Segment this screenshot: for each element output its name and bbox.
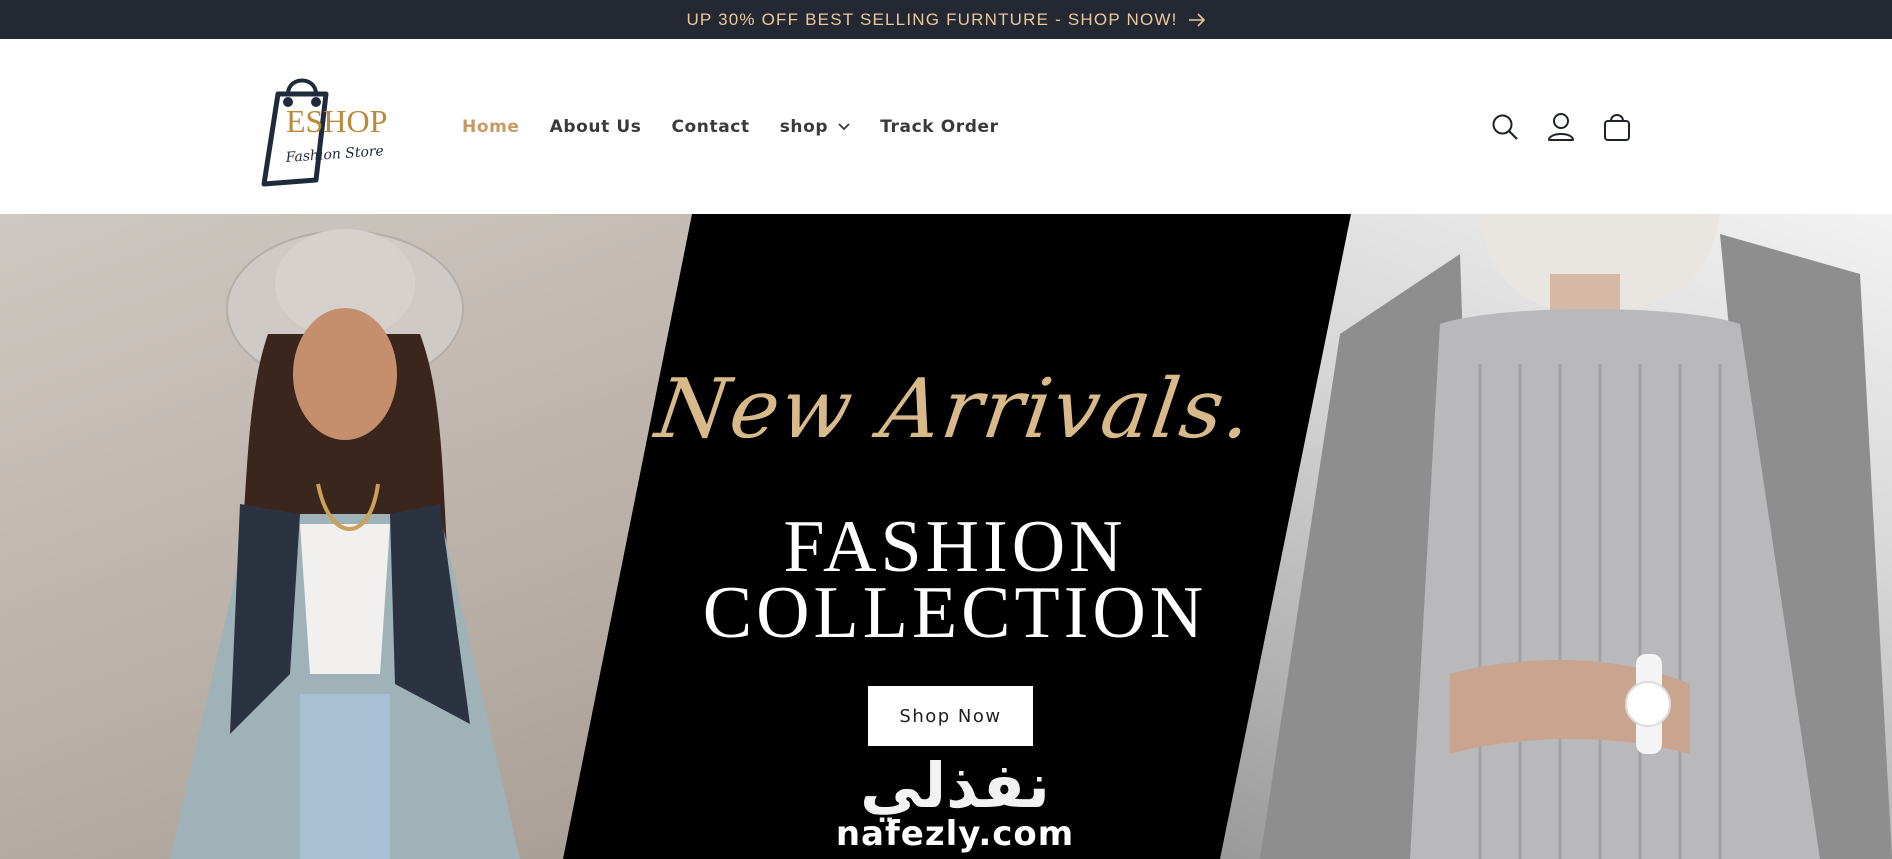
hero-script-title: New Arrivals. xyxy=(650,362,1260,457)
cart-icon xyxy=(1604,113,1630,141)
hero-headline-line-1: FASHION xyxy=(783,506,1127,588)
cart-button[interactable] xyxy=(1602,112,1632,142)
search-button[interactable] xyxy=(1490,112,1520,142)
main-nav: Home About Us Contact shop Track Order xyxy=(462,39,999,214)
account-button[interactable] xyxy=(1546,112,1576,142)
nav-item-about-us[interactable]: About Us xyxy=(550,117,642,137)
model-illustration-left xyxy=(170,229,520,859)
watermark-arabic: نفذلي xyxy=(860,749,1050,822)
site-header: ESHOP Fashion Store Home About Us Contac… xyxy=(0,39,1892,214)
hero-content: New Arrivals. FASHION COLLECTION Shop No… xyxy=(620,214,1290,859)
announcement-text: UP 30% OFF BEST SELLING FURNTURE - SHOP … xyxy=(686,9,1178,29)
chevron-down-icon xyxy=(838,122,850,130)
announcement-bar: UP 30% OFF BEST SELLING FURNTURE - SHOP … xyxy=(0,0,1892,39)
logo-title: ESHOP xyxy=(286,103,387,139)
hero-banner: New Arrivals. FASHION COLLECTION Shop No… xyxy=(0,214,1892,859)
logo[interactable]: ESHOP Fashion Store xyxy=(258,72,408,188)
announcement-link[interactable]: UP 30% OFF BEST SELLING FURNTURE - SHOP … xyxy=(686,10,1205,30)
hero-headline-line-2: COLLECTION xyxy=(702,572,1208,654)
arrow-right-icon xyxy=(1188,12,1205,27)
search-icon xyxy=(1492,114,1518,140)
nav-item-shop[interactable]: shop xyxy=(780,117,850,137)
hero-image-right xyxy=(1220,214,1892,859)
hero-image-left xyxy=(0,214,692,859)
watermark-latin: nafezly.com xyxy=(835,814,1075,854)
account-icon xyxy=(1548,112,1574,141)
model-illustration-right xyxy=(1260,214,1892,859)
header-icons xyxy=(1490,39,1632,214)
nav-item-track-order[interactable]: Track Order xyxy=(880,117,998,137)
nav-item-home[interactable]: Home xyxy=(462,117,520,137)
logo-subtitle: Fashion Store xyxy=(284,143,384,166)
nav-item-shop-label: shop xyxy=(779,116,829,137)
hero-headline: FASHION COLLECTION xyxy=(620,506,1290,654)
nav-item-contact[interactable]: Contact xyxy=(671,117,749,137)
shop-now-button[interactable]: Shop Now xyxy=(868,686,1033,746)
